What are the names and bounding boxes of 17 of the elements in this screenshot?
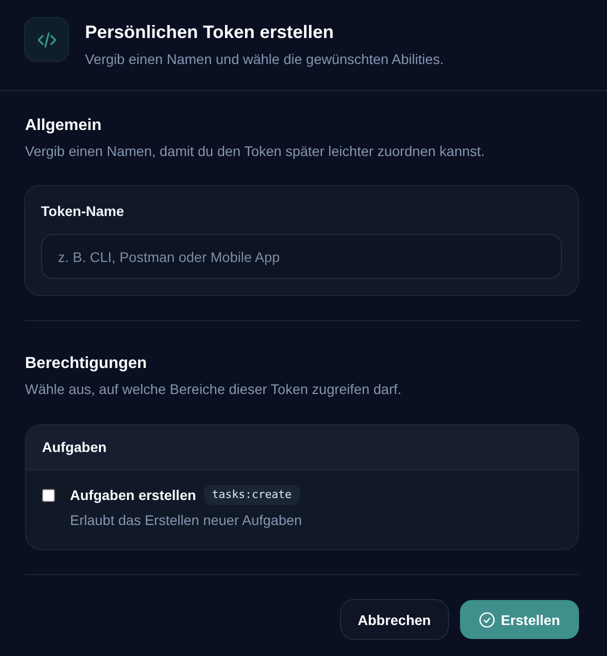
ability-description: Erlaubt das Erstellen neuer Aufgaben [70,511,302,530]
dialog-title: Persönlichen Token erstellen [85,21,335,44]
token-name-input[interactable]: z. B. CLI, Postman oder Mobile App [41,234,562,279]
section-title: Berechtigungen [25,354,148,374]
section-description: Vergib einen Namen, damit du den Token später leichter zuordnen kannst. [25,142,486,161]
check-circle-icon [478,612,495,628]
dialog-subtitle: Vergib einen Namen und wähle die gewünschten Abilities. [85,50,444,69]
field-label: Token-Name [41,202,125,221]
cancel-button[interactable]: Abbrechen [340,599,449,640]
section-title: Allgemein [25,116,102,136]
create-button[interactable]: Erstellen [460,600,579,639]
code-icon [24,17,69,62]
checkbox[interactable] [42,489,55,502]
ability-label: Aufgaben erstellen [70,486,196,505]
section-description: Wähle aus, auf welche Bereiche dieser Token zugreifen darf. [25,380,402,399]
group-title: Aufgaben [26,425,578,470]
ability-code: tasks:create [204,485,300,505]
